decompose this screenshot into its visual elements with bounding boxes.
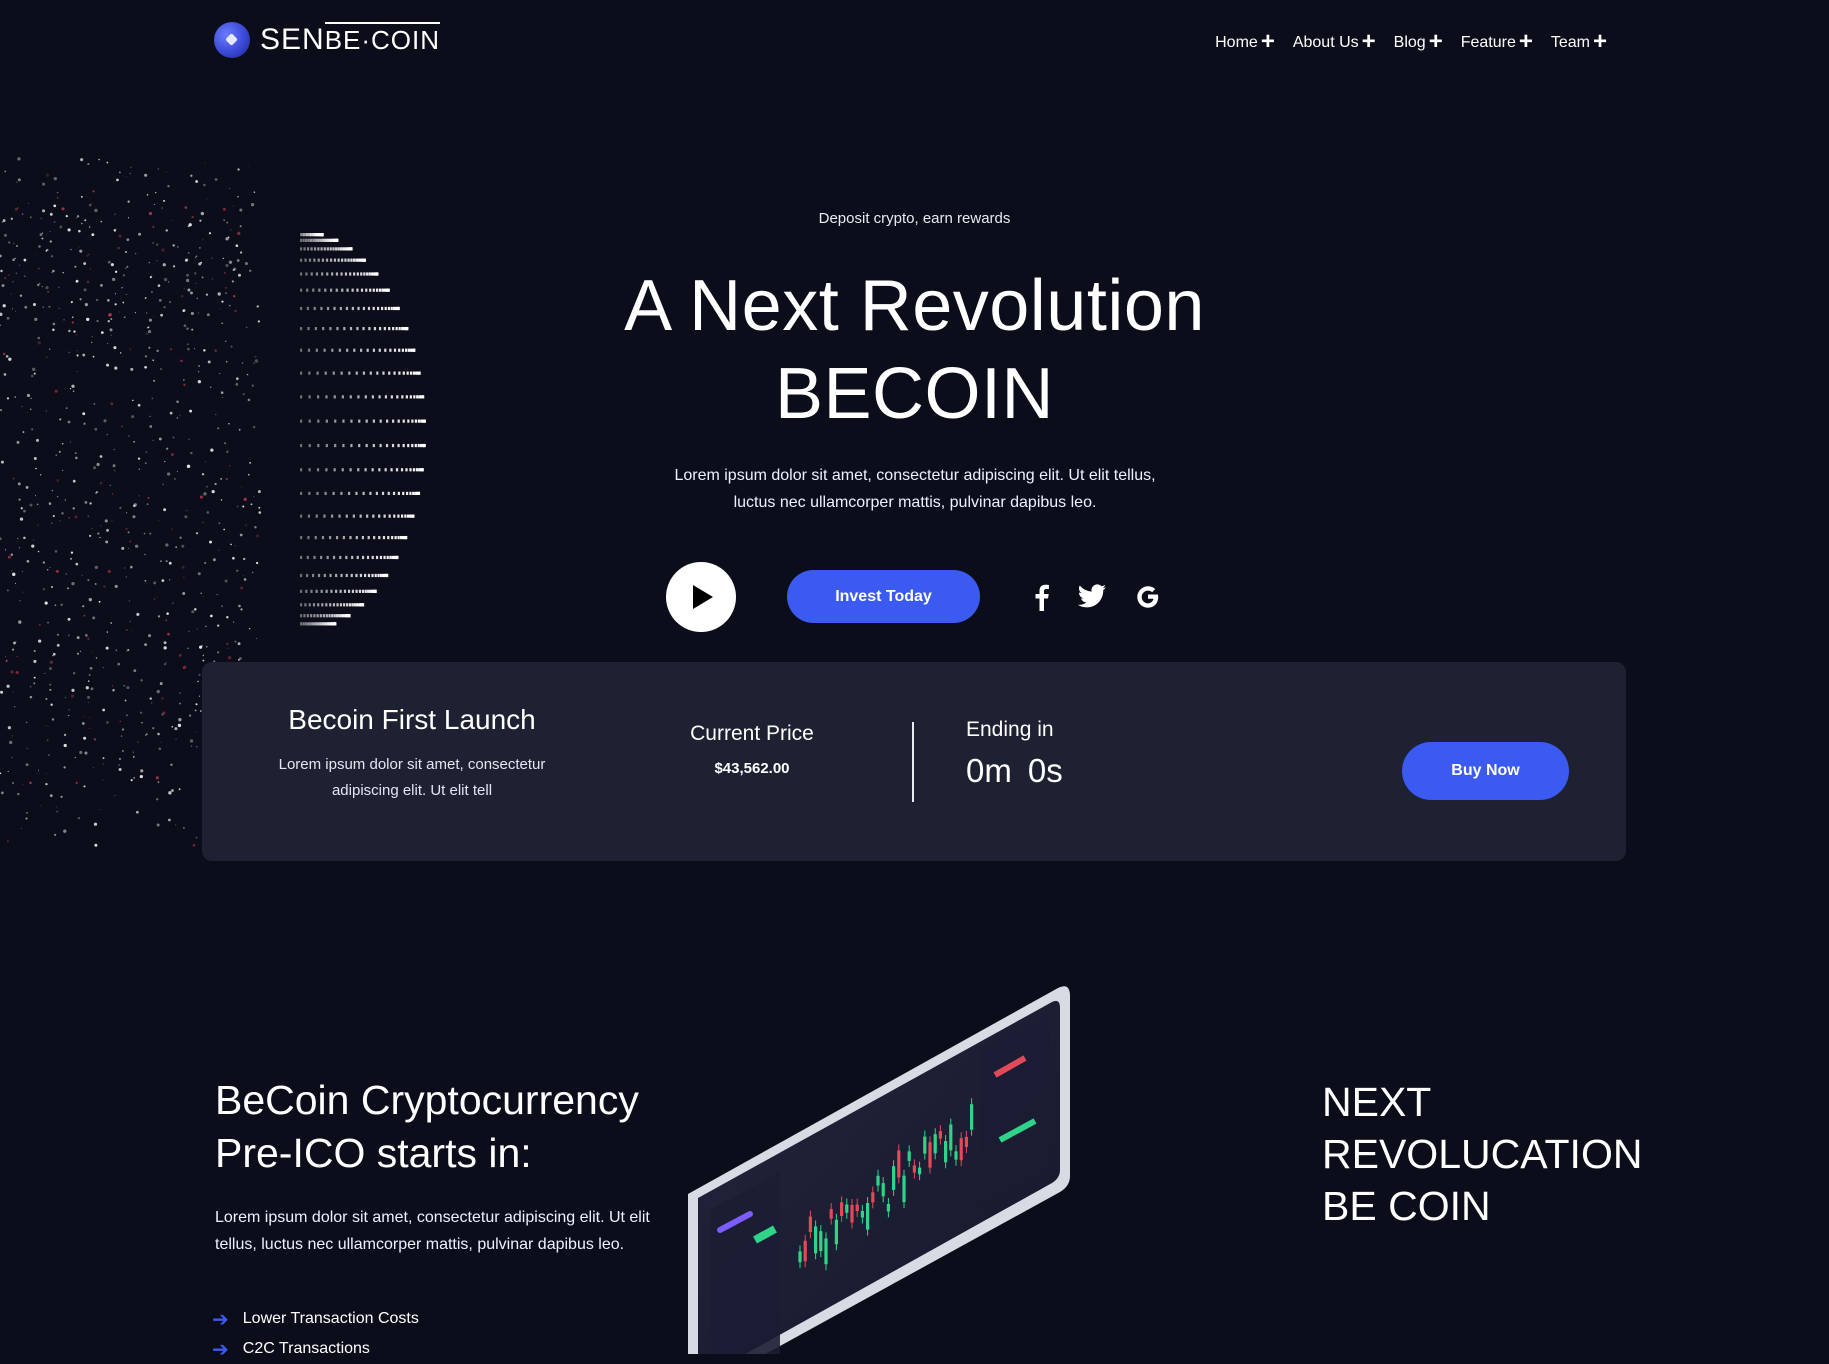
nav-item-label: Home — [1215, 34, 1258, 51]
logo-text-part1: SEN — [260, 23, 325, 56]
hero-description: Lorem ipsum dolor sit amet, consectetur … — [660, 462, 1170, 516]
card-divider — [912, 722, 914, 802]
ico-desc-line1: Lorem ipsum dolor sit amet, consectetur … — [215, 1209, 650, 1226]
twitter-link[interactable] — [1072, 577, 1112, 617]
countdown-seconds: 0s — [1027, 752, 1063, 789]
nav-item-blog[interactable]: Blog + — [1393, 28, 1443, 55]
nav-item-about[interactable]: About Us + — [1292, 28, 1376, 55]
ico-desc-line2: tellus, luctus nec ullamcorper mattis, p… — [215, 1236, 625, 1253]
nav-item-home[interactable]: Home + — [1215, 28, 1275, 55]
logo-text: SENBE·COIN — [260, 22, 441, 57]
google-link[interactable] — [1128, 577, 1168, 617]
ico-section-title: BeCoin Cryptocurrency Pre-ICO starts in: — [215, 1074, 639, 1180]
next-line3: BE COIN — [1322, 1183, 1491, 1229]
launch-desc-line1: Lorem ipsum dolor sit amet, consectetur — [278, 756, 546, 773]
play-video-button[interactable] — [666, 562, 736, 632]
google-icon — [1137, 586, 1159, 608]
play-icon — [693, 585, 713, 609]
hero-title: A Next Revolution BECOIN — [0, 262, 1829, 438]
next-line1: NEXT — [1322, 1079, 1432, 1125]
feature-label: C2C Transactions — [242, 1340, 370, 1357]
laptop-trading-illustration — [688, 986, 1070, 1354]
launch-desc-line2: adipiscing elit. Ut elit tell — [331, 782, 493, 799]
nav-item-label: Feature — [1460, 34, 1516, 51]
plus-icon: + — [1592, 28, 1607, 55]
facebook-link[interactable] — [1021, 577, 1061, 617]
feature-list: ➔ Lower Transaction Costs ➔ C2C Transact… — [212, 1304, 419, 1364]
feature-label: Lower Transaction Costs — [242, 1310, 419, 1327]
current-price-value: $43,562.00 — [714, 760, 790, 777]
hero-tagline: Deposit crypto, earn rewards — [818, 210, 1011, 227]
hero-title-line1: A Next Revolution — [624, 266, 1205, 346]
buy-now-button[interactable]: Buy Now — [1402, 742, 1569, 800]
arrow-right-icon: ➔ — [212, 1338, 229, 1361]
countdown-timer: 0m 0s — [966, 752, 1063, 790]
plus-icon: + — [1518, 28, 1533, 55]
nav-item-label: Team — [1550, 34, 1590, 51]
list-item: ➔ Lower Transaction Costs — [212, 1304, 419, 1334]
ico-description: Lorem ipsum dolor sit amet, consectetur … — [215, 1204, 655, 1258]
hero-desc-line1: Lorem ipsum dolor sit amet, consectetur … — [674, 467, 1156, 484]
nav-item-label: Blog — [1393, 34, 1426, 51]
countdown-minutes: 0m — [966, 752, 1012, 789]
current-price-label: Current Price — [690, 722, 814, 745]
plus-icon: + — [1260, 28, 1275, 55]
launch-description: Lorem ipsum dolor sit amet, consectetur … — [262, 752, 562, 804]
ico-title-line2: Pre-ICO starts in: — [215, 1130, 532, 1176]
invest-today-button[interactable]: Invest Today — [787, 570, 980, 623]
hero-title-line2: BECOIN — [774, 354, 1055, 434]
ico-title-line1: BeCoin Cryptocurrency — [215, 1077, 639, 1123]
plus-icon: + — [1361, 28, 1376, 55]
next-revolution-heading: NEXT REVOLUCATION BE COIN — [1322, 1076, 1642, 1232]
plus-icon: + — [1428, 28, 1443, 55]
logo-icon — [214, 22, 250, 58]
facebook-icon — [1035, 584, 1049, 611]
launch-title: Becoin First Launch — [288, 704, 536, 735]
nav-item-label: About Us — [1292, 34, 1359, 51]
next-line2: REVOLUCATION — [1322, 1131, 1643, 1177]
list-item: ➔ C2C Transactions — [212, 1334, 419, 1364]
ending-in-label: Ending in — [966, 718, 1054, 741]
arrow-right-icon: ➔ — [212, 1308, 229, 1331]
main-nav: Home + About Us + Blog + Feature + Team + — [1215, 28, 1607, 55]
hero-desc-line2: luctus nec ullamcorper mattis, pulvinar … — [733, 494, 1097, 511]
nav-item-feature[interactable]: Feature + — [1460, 28, 1533, 55]
twitter-icon — [1077, 584, 1106, 608]
logo[interactable]: SENBE·COIN — [214, 22, 441, 58]
logo-text-part2: BE·COIN — [324, 22, 441, 55]
nav-item-team[interactable]: Team + — [1550, 28, 1607, 55]
